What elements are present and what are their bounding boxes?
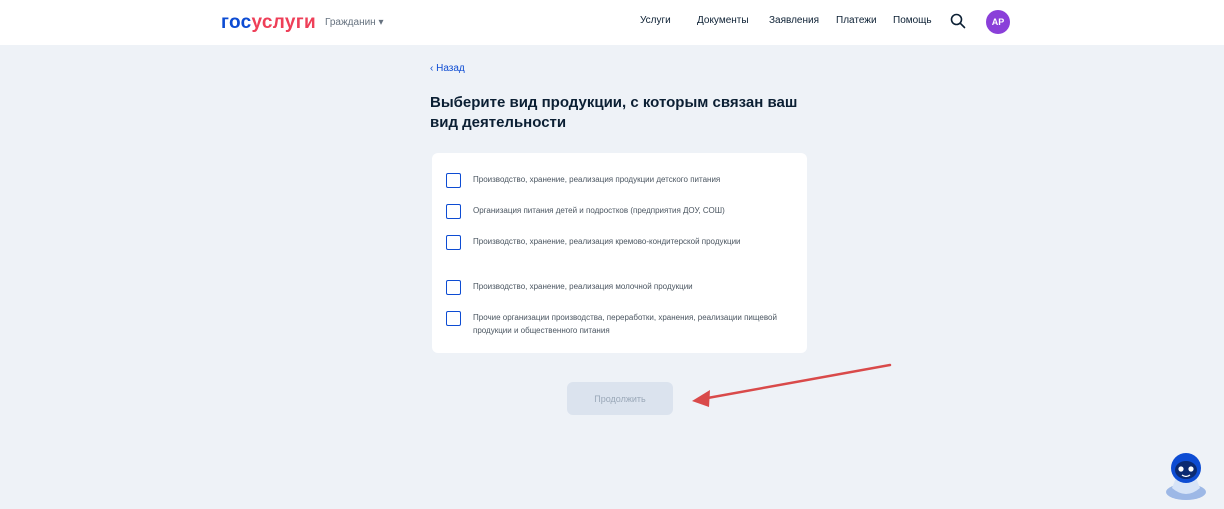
header: госуслуги Гражданин ▾ Услуги Документы З… [0,0,1224,45]
continue-button[interactable]: Продолжить [567,382,673,415]
back-link[interactable]: ‹ Назад [430,63,465,74]
checkbox-children-catering[interactable] [446,204,461,219]
option-label-children-catering: Организация питания детей и подростков (… [473,206,725,215]
logo-part-uslugi: услуги [251,12,316,33]
nav-services[interactable]: Услуги [640,15,671,26]
nav-help[interactable]: Помощь [893,15,932,26]
checkbox-baby-food[interactable] [446,173,461,188]
option-label-dairy: Производство, хранение, реализация молоч… [473,282,693,291]
gosuslugi-logo[interactable]: госуслуги [221,12,316,34]
robot-assistant-icon[interactable] [1162,448,1210,502]
option-label-baby-food: Производство, хранение, реализация проду… [473,175,721,184]
checkbox-other-food[interactable] [446,311,461,326]
nav-payments[interactable]: Платежи [836,15,877,26]
option-label-other-food: Прочие организации производства, перераб… [473,313,777,335]
search-icon[interactable] [950,13,966,29]
nav-documents[interactable]: Документы [697,15,749,26]
checkbox-confectionery[interactable] [446,235,461,250]
user-avatar[interactable]: АР [986,10,1010,34]
annotation-arrow [692,363,892,407]
logo-part-gos: гос [221,12,252,33]
option-label-confectionery: Производство, хранение, реализация кремо… [473,237,741,246]
user-role-dropdown[interactable]: Гражданин ▾ [325,17,384,28]
options-card: Производство, хранение, реализация проду… [432,153,807,353]
page-title: Выберите вид продукции, с которым связан… [430,94,798,131]
checkbox-dairy[interactable] [446,280,461,295]
nav-applications[interactable]: Заявления [769,15,819,26]
